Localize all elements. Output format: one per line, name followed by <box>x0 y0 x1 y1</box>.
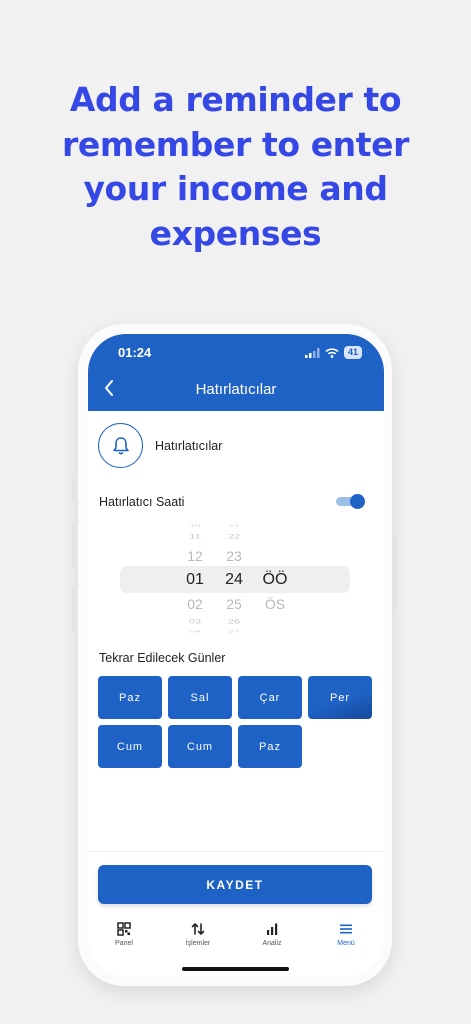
marketing-headline: Add a reminder to remember to enter your… <box>0 78 471 256</box>
nav-label-panel: Panel <box>115 940 133 947</box>
headline-line-4: expenses <box>149 213 322 253</box>
picker-period-selected[interactable]: ÖÖ <box>259 572 291 588</box>
app-screen: 01:24 41 Hatırlatıcılar Hatırlatıcılar H… <box>88 334 384 976</box>
day-button-cum-2[interactable]: Cum <box>168 725 232 768</box>
reminder-time-toggle[interactable] <box>336 494 365 509</box>
day-button-paz[interactable]: Paz <box>98 676 162 719</box>
status-icons: 41 <box>304 346 362 359</box>
bell-icon <box>112 436 129 454</box>
transfer-arrows-icon <box>191 922 205 936</box>
nav-label-menu: Menü <box>337 940 355 947</box>
home-indicator[interactable] <box>182 967 289 971</box>
bottom-nav: Panel İşlemler Analiz Menü <box>88 919 384 959</box>
page-title: Hatırlatıcılar <box>195 381 277 398</box>
nav-label-analiz: Analiz <box>262 940 282 947</box>
phone-side-button-volume-up <box>72 522 75 568</box>
menu-icon <box>340 924 352 934</box>
day-button-per[interactable]: Per <box>308 676 372 719</box>
picker-hour-overflow: 04 <box>189 630 201 634</box>
reminder-bell-badge <box>98 423 143 468</box>
day-button-car[interactable]: Çar <box>238 676 302 719</box>
picker-minute-item[interactable]: 23 <box>218 548 250 564</box>
nav-item-panel[interactable]: Panel <box>89 919 159 959</box>
reminders-section-label: Hatırlatıcılar <box>155 439 223 453</box>
battery-indicator: 41 <box>343 346 362 359</box>
time-picker[interactable]: 10 11 12 01 02 03 04 21 22 23 24 25 26 2… <box>88 524 384 634</box>
headline-line-1: Add a reminder to <box>69 80 402 119</box>
bar-chart-icon <box>267 923 278 935</box>
day-button-cum[interactable]: Cum <box>98 725 162 768</box>
picker-minute-item[interactable]: 22 <box>218 533 250 542</box>
toggle-knob <box>350 494 365 509</box>
phone-side-button-mute <box>72 478 75 502</box>
picker-hour-selected[interactable]: 01 <box>179 572 211 588</box>
picker-minute-item[interactable]: 25 <box>218 596 250 612</box>
picker-minute-selected[interactable]: 24 <box>218 572 250 588</box>
status-time: 01:24 <box>118 345 152 360</box>
headline-line-3: your income and <box>83 169 388 208</box>
picker-hour-overflow: 10 <box>189 524 201 528</box>
nav-label-islemler: İşlemler <box>185 940 211 947</box>
app-header: 01:24 41 Hatırlatıcılar <box>88 334 384 411</box>
picker-hour-item[interactable]: 11 <box>179 533 211 542</box>
repeat-days-label: Tekrar Edilecek Günler <box>99 651 226 665</box>
picker-hour-item[interactable]: 03 <box>179 618 211 627</box>
picker-period-item[interactable]: ÖS <box>259 596 291 612</box>
headline-line-2: remember to enter <box>61 124 409 164</box>
nav-item-islemler[interactable]: İşlemler <box>163 919 233 959</box>
footer-divider <box>88 851 384 852</box>
picker-minute-overflow: 27 <box>228 630 240 634</box>
save-button[interactable]: KAYDET <box>98 865 372 904</box>
picker-hour-item[interactable]: 02 <box>179 596 211 612</box>
grid-icon <box>117 922 131 936</box>
phone-side-button-power <box>394 536 397 610</box>
day-button-sal[interactable]: Sal <box>168 676 232 719</box>
nav-item-analiz[interactable]: Analiz <box>237 919 307 959</box>
reminder-time-label: Hatırlatıcı Saati <box>99 495 185 509</box>
picker-hour-item[interactable]: 12 <box>179 548 211 564</box>
wifi-icon <box>325 347 339 358</box>
nav-item-menu[interactable]: Menü <box>311 919 381 959</box>
signal-icon <box>304 347 320 358</box>
picker-minute-overflow: 21 <box>228 524 240 528</box>
picker-minute-item[interactable]: 26 <box>218 618 250 627</box>
phone-side-button-volume-down <box>72 586 75 632</box>
day-button-paz-2[interactable]: Paz <box>238 725 302 768</box>
